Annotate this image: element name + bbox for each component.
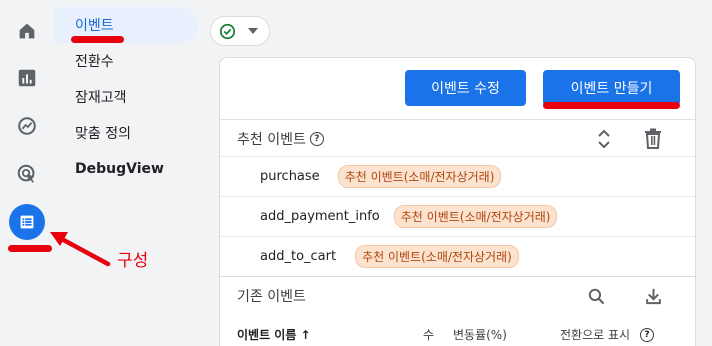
- event-name: add_payment_info: [260, 209, 380, 224]
- recommended-events-header: 추천 이벤트 ?: [220, 119, 695, 159]
- explore-icon[interactable]: [10, 109, 44, 143]
- annotation-arrow: [50, 232, 111, 267]
- download-icon[interactable]: [644, 286, 663, 306]
- event-name: add_to_cart: [260, 249, 337, 264]
- column-header-event-name[interactable]: 이벤트 이름 ↑: [237, 326, 311, 343]
- app-root: 이벤트 전환수 잠재고객 맞춤 정의 DebugView 이벤트 수정 이벤트 …: [0, 0, 712, 346]
- advertising-icon[interactable]: [10, 157, 44, 191]
- dropdown-arrow-icon: [248, 28, 258, 34]
- reports-icon[interactable]: [10, 61, 44, 95]
- nav-item-conversions[interactable]: 전환수: [54, 43, 198, 79]
- left-rail: [0, 0, 54, 346]
- check-circle-icon: [219, 23, 236, 39]
- expand-collapse-icon[interactable]: [597, 129, 611, 149]
- configure-nav: 이벤트 전환수 잠재고객 맞춤 정의 DebugView: [54, 0, 202, 346]
- event-name: purchase: [260, 169, 320, 184]
- existing-events-header: 기존 이벤트: [220, 276, 695, 316]
- existing-events-title: 기존 이벤트: [237, 289, 306, 305]
- create-event-button[interactable]: 이벤트 만들기: [543, 70, 680, 106]
- nav-item-audiences[interactable]: 잠재고객: [54, 79, 198, 115]
- nav-item-debugview[interactable]: DebugView: [54, 151, 198, 187]
- help-icon[interactable]: ?: [640, 328, 654, 342]
- recommended-tag: 추천 이벤트(소매/전자상거래): [393, 205, 558, 228]
- annotation-underline: [543, 102, 680, 109]
- recommended-events-title: 추천 이벤트: [237, 132, 306, 148]
- column-header-change-rate[interactable]: 변동률(%): [453, 326, 507, 343]
- help-icon[interactable]: ?: [309, 132, 324, 146]
- home-icon[interactable]: [10, 14, 44, 48]
- column-header-count[interactable]: 수: [423, 326, 434, 343]
- annotation-underline: [71, 36, 124, 43]
- recommended-event-row[interactable]: purchase 추천 이벤트(소매/전자상거래): [220, 156, 695, 196]
- nav-item-custom-definitions[interactable]: 맞춤 정의: [54, 115, 198, 151]
- recommended-event-row[interactable]: add_to_cart 추천 이벤트(소매/전자상거래): [220, 236, 695, 276]
- column-header-mark-as-conversion[interactable]: 전환으로 표시: [560, 326, 630, 343]
- edit-event-button[interactable]: 이벤트 수정: [405, 70, 526, 106]
- status-dropdown[interactable]: [210, 16, 270, 46]
- recommended-tag: 추천 이벤트(소매/전자상거래): [337, 165, 502, 188]
- recommended-event-row[interactable]: add_payment_info 추천 이벤트(소매/전자상거래): [220, 196, 695, 236]
- recommended-tag: 추천 이벤트(소매/전자상거래): [355, 245, 519, 268]
- annotation-label: 구성: [117, 251, 149, 271]
- configure-icon[interactable]: [9, 204, 45, 240]
- events-card: 이벤트 수정 이벤트 만들기 추천 이벤트 ? purchase 추천 이벤트(…: [219, 57, 696, 346]
- trash-icon[interactable]: [644, 128, 662, 149]
- search-icon[interactable]: [587, 287, 606, 306]
